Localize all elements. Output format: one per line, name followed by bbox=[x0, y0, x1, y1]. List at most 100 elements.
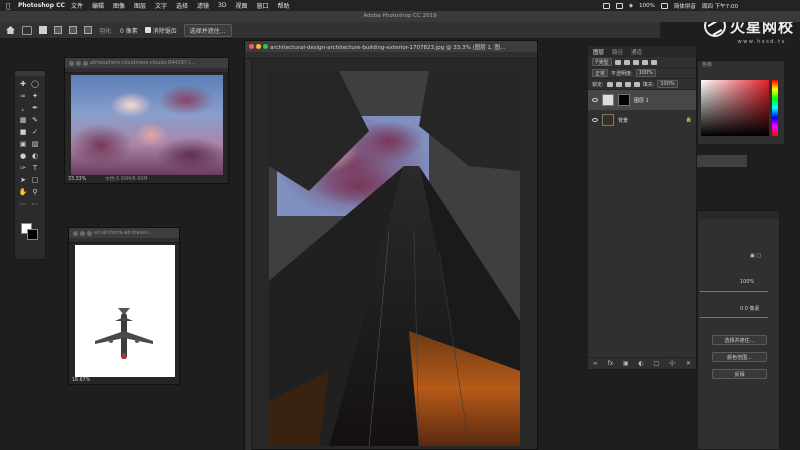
lasso-tool-preset-icon[interactable] bbox=[22, 25, 32, 35]
airplane-document-window[interactable]: air-air-force-air-travel-... 16.67% bbox=[68, 227, 180, 385]
move-tool-icon[interactable]: ✚ bbox=[18, 80, 28, 88]
main-document-window[interactable]: architectural-design-architecture-buildi… bbox=[244, 40, 538, 450]
status-icon[interactable] bbox=[602, 2, 610, 9]
zoom-level[interactable]: 16.67% bbox=[72, 378, 90, 383]
background-color[interactable] bbox=[27, 229, 38, 240]
menu-window[interactable]: 窗口 bbox=[257, 1, 269, 10]
minimize-icon[interactable] bbox=[76, 60, 81, 66]
layer-mask-thumbnail[interactable] bbox=[618, 94, 630, 106]
fx-icon[interactable]: fx bbox=[608, 360, 614, 367]
new-selection-icon[interactable] bbox=[39, 26, 47, 34]
clouds-image[interactable] bbox=[71, 75, 223, 175]
mask-type-icon[interactable]: ▣ ▢ bbox=[750, 253, 761, 259]
edit-toolbar-icon[interactable]: ⋯ bbox=[18, 200, 28, 208]
document-title-bar[interactable]: atmosphere-cloudiness-clouds-844297.j... bbox=[65, 58, 228, 68]
fill-input[interactable]: 100% bbox=[657, 80, 678, 88]
menu-filter[interactable]: 滤镜 bbox=[197, 1, 209, 10]
pen-tool-icon[interactable]: ✑ bbox=[18, 164, 28, 172]
link-icon[interactable]: ∞ bbox=[593, 360, 598, 367]
menu-select[interactable]: 选择 bbox=[176, 1, 188, 10]
blur-tool-icon[interactable]: ● bbox=[18, 152, 28, 160]
feather-value[interactable]: 0.0 像素 bbox=[740, 305, 760, 312]
layer-thumbnail[interactable] bbox=[602, 114, 614, 126]
layer-thumbnail[interactable] bbox=[602, 94, 614, 106]
density-slider[interactable] bbox=[700, 291, 768, 292]
gradient-tool-icon[interactable]: ▧ bbox=[30, 140, 40, 148]
lock-transparent-icon[interactable] bbox=[606, 81, 613, 87]
brush-tool-icon[interactable]: ✎ bbox=[30, 116, 40, 124]
minimize-icon[interactable] bbox=[256, 44, 261, 49]
status-icon[interactable] bbox=[615, 2, 623, 9]
document-title-bar[interactable]: air-air-force-air-travel-... bbox=[69, 228, 179, 238]
filter-smart-icon[interactable] bbox=[650, 59, 657, 65]
eraser-tool-icon[interactable]: ▣ bbox=[18, 140, 28, 148]
zoom-tool-icon[interactable]: ⚲ bbox=[30, 188, 40, 196]
density-value[interactable]: 100% bbox=[740, 279, 754, 285]
menu-help[interactable]: 帮助 bbox=[278, 1, 290, 10]
shape-tool-icon[interactable]: □ bbox=[30, 176, 40, 184]
tab-paths[interactable]: 路径 bbox=[612, 48, 623, 56]
select-and-mask-button[interactable]: 选择并遮住... bbox=[712, 335, 767, 345]
add-selection-icon[interactable] bbox=[54, 26, 62, 34]
document-title-bar[interactable]: architectural-design-architecture-buildi… bbox=[245, 41, 537, 52]
history-brush-tool-icon[interactable]: ✓ bbox=[30, 128, 40, 136]
visibility-eye-icon[interactable] bbox=[592, 118, 598, 122]
minimize-icon[interactable] bbox=[80, 230, 85, 236]
crop-tool-icon[interactable]: ⌞ bbox=[18, 104, 28, 112]
color-swatches[interactable] bbox=[21, 223, 41, 243]
menu-3d[interactable]: 3D bbox=[218, 2, 226, 9]
input-method[interactable]: 简体拼音 bbox=[674, 2, 696, 10]
new-layer-icon[interactable]: ➕ bbox=[669, 360, 676, 367]
stamp-tool-icon[interactable]: ■ bbox=[18, 128, 28, 136]
lock-position-icon[interactable] bbox=[624, 81, 631, 87]
color-range-button[interactable]: 颜色范围... bbox=[712, 352, 767, 362]
intersect-selection-icon[interactable] bbox=[84, 26, 92, 34]
menu-type[interactable]: 文字 bbox=[155, 1, 167, 10]
panel-strip[interactable] bbox=[697, 155, 747, 167]
close-icon[interactable] bbox=[249, 44, 254, 49]
lock-pixels-icon[interactable] bbox=[615, 81, 622, 87]
eyedropper-tool-icon[interactable]: ✒ bbox=[30, 104, 40, 112]
tab-layers[interactable]: 图层 bbox=[593, 48, 604, 56]
menu-view[interactable]: 视图 bbox=[235, 1, 247, 10]
filter-adjust-icon[interactable] bbox=[623, 59, 630, 65]
visibility-eye-icon[interactable] bbox=[592, 98, 598, 102]
layer-name[interactable]: 图层 1 bbox=[634, 97, 649, 104]
zoom-icon[interactable] bbox=[87, 230, 92, 236]
app-menu[interactable]: Photoshop CC bbox=[18, 2, 65, 9]
trash-icon[interactable]: ✕ bbox=[686, 360, 691, 367]
filter-kind-select[interactable]: ⚲ 类型 bbox=[592, 58, 612, 66]
select-and-mask-button[interactable]: 选择并遮住... bbox=[183, 23, 232, 37]
subtract-selection-icon[interactable] bbox=[69, 26, 77, 34]
doc-info[interactable]: 文档:6.99M/6.99M bbox=[105, 175, 147, 182]
filter-shape-icon[interactable] bbox=[641, 59, 648, 65]
hue-slider[interactable] bbox=[772, 80, 778, 136]
color-picker-field[interactable] bbox=[701, 80, 769, 136]
wifi-icon[interactable]: ◈ bbox=[629, 3, 633, 9]
home-icon[interactable] bbox=[6, 26, 15, 34]
mask-icon[interactable]: ▣ bbox=[623, 360, 629, 367]
feather-slider[interactable] bbox=[700, 317, 768, 318]
zoom-icon[interactable] bbox=[263, 44, 268, 49]
hand-tool-icon[interactable]: ✋ bbox=[18, 188, 28, 196]
airplane-image[interactable] bbox=[75, 245, 175, 377]
invert-button[interactable]: 反相 bbox=[712, 369, 767, 379]
filter-type-icon[interactable] bbox=[632, 59, 639, 65]
layer-row-background[interactable]: 背景 🔒 bbox=[588, 110, 696, 130]
layer-row-layer1[interactable]: 图层 1 bbox=[588, 90, 696, 110]
menu-file[interactable]: 文件 bbox=[71, 1, 83, 10]
document-canvas[interactable] bbox=[269, 71, 520, 446]
path-select-tool-icon[interactable]: ➤ bbox=[18, 176, 28, 184]
adjustment-icon[interactable]: ◐ bbox=[638, 360, 643, 367]
close-icon[interactable] bbox=[69, 60, 74, 66]
menu-image[interactable]: 图像 bbox=[113, 1, 125, 10]
tab-swatches[interactable]: 色板 bbox=[698, 61, 784, 70]
menu-edit[interactable]: 编辑 bbox=[92, 1, 104, 10]
marquee-tool-icon[interactable]: ◯ bbox=[30, 80, 40, 88]
more-tools-icon[interactable]: ⋯ bbox=[30, 200, 40, 208]
apple-menu-icon[interactable]:  bbox=[6, 2, 14, 10]
close-icon[interactable] bbox=[73, 230, 78, 236]
type-tool-icon[interactable]: T bbox=[30, 164, 40, 172]
zoom-level[interactable]: 33.33% bbox=[68, 177, 86, 182]
antialias-checkbox[interactable]: 消除锯齿 bbox=[144, 26, 177, 35]
